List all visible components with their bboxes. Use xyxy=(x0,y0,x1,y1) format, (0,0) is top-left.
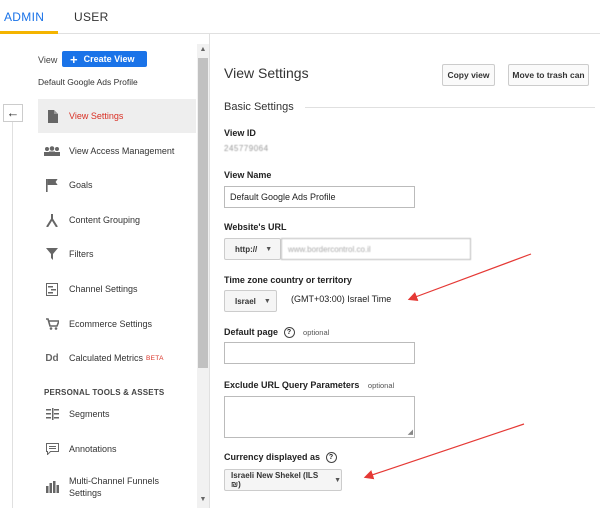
sidebar-item-channel-settings[interactable]: Channel Settings xyxy=(38,272,196,306)
segments-icon xyxy=(44,406,60,422)
create-view-label: Create View xyxy=(83,54,135,64)
sidebar-item-view-access-management[interactable]: View Access Management xyxy=(38,134,196,168)
view-id-label: View ID xyxy=(224,128,256,138)
sidebar-item-label: Segments xyxy=(69,409,110,419)
currency-select[interactable]: Israeli New Shekel (ILS ₪) ▼ xyxy=(224,469,342,491)
sidebar-item-view-settings[interactable]: View Settings xyxy=(38,99,196,133)
view-name-input[interactable]: Default Google Ads Profile xyxy=(224,186,415,208)
sidebar-item-ecommerce-settings[interactable]: Ecommerce Settings xyxy=(38,307,196,341)
caret-down-icon: ▼ xyxy=(263,297,271,305)
timezone-country-value: Israel xyxy=(235,296,256,306)
sidebar-item-label: Ecommerce Settings xyxy=(69,319,153,329)
sidebar-scrollbar[interactable]: ▲ ▼ xyxy=(197,44,209,508)
default-page-label-row: Default page ? optional xyxy=(224,327,330,339)
beta-badge: BETA xyxy=(146,354,164,362)
default-page-label: Default page xyxy=(224,327,279,337)
back-arrow-button[interactable]: ← xyxy=(3,104,23,122)
sidebar-item-label: Content Grouping xyxy=(69,215,141,225)
sidebar-item-label: Annotations xyxy=(69,444,117,454)
sidebar-item-segments[interactable]: Segments xyxy=(38,397,196,431)
exclude-params-label: Exclude URL Query Parameters xyxy=(224,380,360,390)
grouping-icon xyxy=(44,212,60,228)
arrow-left-icon: ← xyxy=(6,105,20,120)
caret-down-icon: ▼ xyxy=(334,476,341,484)
sidebar-item-annotations[interactable]: Annotations xyxy=(38,432,196,466)
help-icon[interactable]: ? xyxy=(325,452,337,464)
exclude-params-textarea[interactable]: ◢ xyxy=(224,396,415,438)
scroll-up-icon[interactable]: ▲ xyxy=(197,46,209,56)
sidebar-item-calculated-metrics[interactable]: Dd Calculated Metrics BETA xyxy=(38,341,196,375)
page-title: View Settings xyxy=(224,65,309,81)
section-divider xyxy=(305,107,595,108)
people-icon xyxy=(44,143,60,159)
sidebar-item-label: Calculated Metrics xyxy=(69,353,144,363)
optional-label: optional xyxy=(303,328,330,337)
currency-label-row: Currency displayed as ? xyxy=(224,452,337,464)
move-to-trash-button[interactable]: Move to trash can xyxy=(508,64,589,86)
annotation-icon xyxy=(44,441,60,457)
sidebar-item-filters[interactable]: Filters xyxy=(38,237,196,271)
sidebar-item-label: View Settings xyxy=(69,111,124,121)
scroll-down-icon[interactable]: ▼ xyxy=(197,496,209,506)
sidebar-item-multi-channel-funnels-settings[interactable]: Multi-Channel Funnels Settings xyxy=(38,470,196,504)
scroll-thumb[interactable] xyxy=(198,58,208,368)
view-profile-name[interactable]: Default Google Ads Profile xyxy=(38,77,138,87)
dd-icon: Dd xyxy=(45,352,59,364)
caret-down-icon: ▼ xyxy=(265,245,273,253)
filter-icon xyxy=(44,246,60,262)
flag-icon xyxy=(44,177,60,193)
website-url-input[interactable]: www.bordercontrol.co.il xyxy=(281,238,471,260)
website-url-label: Website's URL xyxy=(224,222,287,232)
personal-tools-heading: PERSONAL TOOLS & ASSETS xyxy=(44,388,165,397)
view-name-label: View Name xyxy=(224,170,272,180)
sidebar-item-label: Goals xyxy=(69,180,93,190)
plus-icon: + xyxy=(70,51,78,67)
cart-icon xyxy=(44,316,60,332)
view-id-value: 245779064 xyxy=(224,144,269,153)
default-page-input[interactable] xyxy=(224,342,415,364)
currency-value: Israeli New Shekel (ILS ₪) xyxy=(231,471,319,489)
timezone-country-select[interactable]: Israel ▼ xyxy=(224,290,277,312)
bar-chart-icon xyxy=(44,479,60,495)
top-tabs: ADMIN USER xyxy=(0,0,600,34)
sidebar-item-label: View Access Management xyxy=(69,146,175,156)
sidebar-item-label: Multi-Channel Funnels Settings xyxy=(69,476,160,498)
exclude-params-label-row: Exclude URL Query Parameters optional xyxy=(224,380,394,390)
sidebar-item-goals[interactable]: Goals xyxy=(38,168,196,202)
view-label: View xyxy=(38,55,58,65)
tab-user[interactable]: USER xyxy=(74,10,109,24)
sidebar-item-content-grouping[interactable]: Content Grouping xyxy=(38,203,196,237)
sidebar-divider xyxy=(12,122,13,508)
protocol-select[interactable]: http:// ▼ xyxy=(224,238,281,260)
channel-icon xyxy=(44,281,60,297)
sidebar-item-label: Filters xyxy=(69,249,94,259)
sidebar-item-label: Channel Settings xyxy=(69,284,138,294)
copy-view-button[interactable]: Copy view xyxy=(442,64,495,86)
optional-label: optional xyxy=(367,381,395,390)
resize-handle-icon[interactable]: ◢ xyxy=(408,428,413,436)
basic-settings-heading: Basic Settings xyxy=(224,101,294,113)
main-panel: View Settings Copy view Move to trash ca… xyxy=(210,34,600,508)
currency-label: Currency displayed as xyxy=(224,452,321,462)
tab-admin[interactable]: ADMIN xyxy=(4,10,44,24)
help-icon[interactable]: ? xyxy=(283,327,295,339)
document-icon xyxy=(44,108,60,124)
timezone-value[interactable]: (GMT+03:00) Israel Time xyxy=(291,294,391,304)
create-view-button[interactable]: + Create View xyxy=(62,51,147,67)
sidebar: View + Create View Default Google Ads Pr… xyxy=(0,34,210,508)
protocol-value: http:// xyxy=(235,244,258,254)
timezone-label: Time zone country or territory xyxy=(224,275,352,285)
